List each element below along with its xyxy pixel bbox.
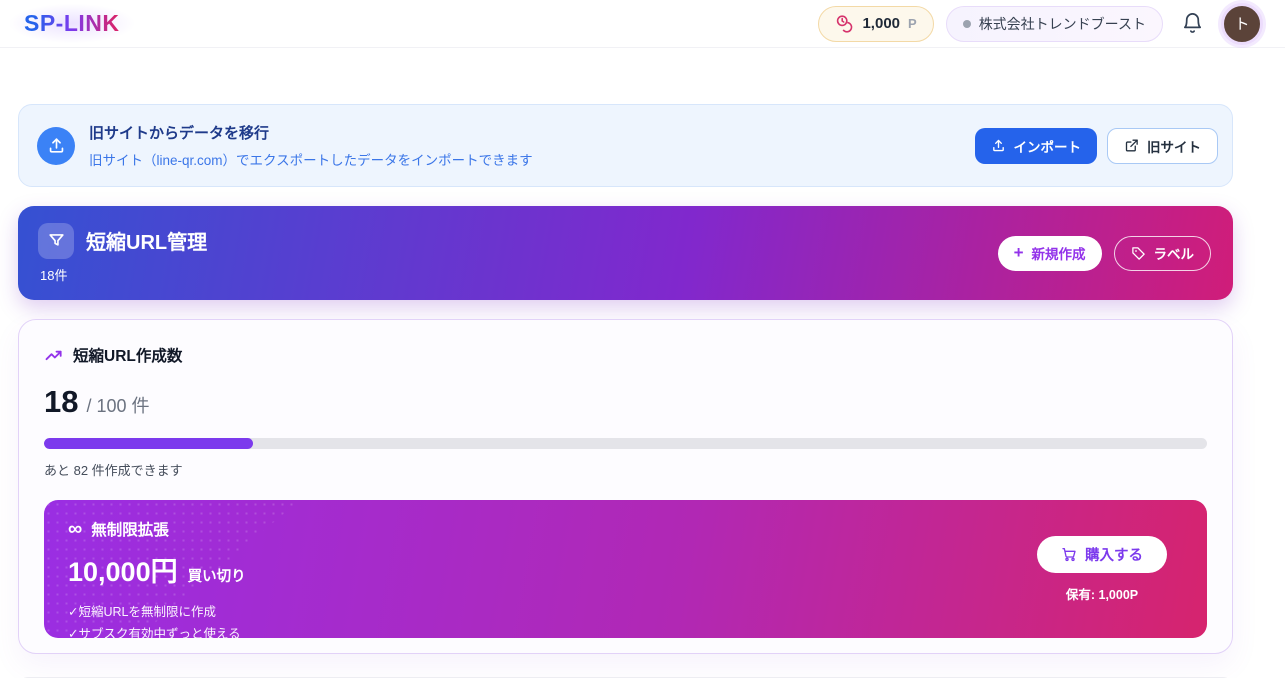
upsell-title: 無制限拡張 xyxy=(91,518,169,540)
migration-banner: 旧サイトからデータを移行 旧サイト（line-qr.com）でエクスポートしたデ… xyxy=(18,104,1233,187)
usage-limit: / 100 件 xyxy=(86,392,149,418)
usage-progress-bar xyxy=(44,438,1207,449)
usage-current-count: 18 xyxy=(44,384,78,420)
create-new-button-label: 新規作成 xyxy=(1032,243,1086,263)
trending-up-icon xyxy=(44,345,64,365)
avatar-initial: ト xyxy=(1234,13,1249,34)
url-count: 18件 xyxy=(38,265,207,284)
points-unit: P xyxy=(908,16,917,31)
external-link-icon xyxy=(1124,138,1139,153)
buy-button[interactable]: 購入する xyxy=(1037,536,1167,573)
cart-icon xyxy=(1061,546,1077,562)
points-balance: 保有: 1,000P xyxy=(1066,584,1138,603)
old-site-button-label: 旧サイト xyxy=(1147,136,1201,156)
unlimited-upsell-card: ∞ 無制限拡張 10,000円 買い切り ✓短縮URLを無制限に作成 ✓サブスク… xyxy=(44,500,1207,638)
points-value: 1,000 xyxy=(862,15,900,32)
coins-icon xyxy=(835,14,854,33)
upsell-feature: ✓サブスク有効中ずっと使える xyxy=(68,623,246,638)
progress-fill xyxy=(44,438,253,449)
status-dot-icon xyxy=(963,20,971,28)
promo-right: 購入する 保有: 1,000P xyxy=(1037,518,1183,620)
infinity-icon: ∞ xyxy=(68,519,82,539)
import-button-label: インポート xyxy=(1014,136,1082,156)
upsell-feature: ✓短縮URLを無制限に作成 xyxy=(68,601,246,620)
url-manager-hero: 短縮URL管理 18件 + 新規作成 ラベル xyxy=(18,206,1233,300)
label-button-label: ラベル xyxy=(1154,243,1195,263)
hero-left: 短縮URL管理 18件 xyxy=(38,223,207,284)
filter-icon-chip xyxy=(38,223,74,259)
usage-remaining-text: あと 82 件作成できます xyxy=(44,460,1207,479)
upload-icon xyxy=(47,136,66,155)
app-logo-text: SP-LINK xyxy=(24,10,120,36)
check-icon: ✓ xyxy=(68,605,78,619)
company-name: 株式会社トレンドブースト xyxy=(979,14,1146,34)
points-badge[interactable]: 1,000 P xyxy=(818,6,933,42)
company-badge[interactable]: 株式会社トレンドブースト xyxy=(946,6,1163,42)
app-header: SP-LINK 1,000 P 株式会社トレンドブースト ト xyxy=(0,0,1285,48)
create-new-button[interactable]: + 新規作成 xyxy=(998,236,1102,271)
notification-bell-button[interactable] xyxy=(1175,7,1209,41)
banner-texts: 旧サイトからデータを移行 旧サイト（line-qr.com）でエクスポートしたデ… xyxy=(89,122,961,169)
usage-stats-card: 短縮URL作成数 18 / 100 件 あと 82 件作成できます ∞ 無制限拡… xyxy=(18,319,1233,654)
usage-title: 短縮URL作成数 xyxy=(73,344,182,366)
label-button[interactable]: ラベル xyxy=(1114,236,1212,271)
app-logo[interactable]: SP-LINK xyxy=(10,4,134,43)
banner-title: 旧サイトからデータを移行 xyxy=(89,122,961,143)
filter-icon xyxy=(47,231,66,250)
upsell-feature-text: サブスク有効中ずっと使える xyxy=(78,627,240,638)
check-icon: ✓ xyxy=(68,627,78,638)
main-content: 旧サイトからデータを移行 旧サイト（line-qr.com）でエクスポートしたデ… xyxy=(18,104,1233,678)
upsell-price: 10,000円 xyxy=(68,550,178,589)
header-right: 1,000 P 株式会社トレンドブースト ト xyxy=(818,3,1263,45)
page-title: 短縮URL管理 xyxy=(86,226,207,255)
plus-icon: + xyxy=(1014,243,1024,263)
upload-icon xyxy=(991,138,1006,153)
promo-left: ∞ 無制限拡張 10,000円 買い切り ✓短縮URLを無制限に作成 ✓サブスク… xyxy=(68,518,246,620)
bell-icon xyxy=(1181,12,1204,35)
banner-description: 旧サイト（line-qr.com）でエクスポートしたデータをインポートできます xyxy=(89,149,961,169)
upsell-price-note: 買い切り xyxy=(188,565,246,586)
import-button[interactable]: インポート xyxy=(975,128,1098,164)
upload-icon-circle xyxy=(37,127,75,165)
old-site-button[interactable]: 旧サイト xyxy=(1107,128,1218,164)
buy-button-label: 購入する xyxy=(1085,544,1143,565)
user-avatar[interactable]: ト xyxy=(1221,3,1263,45)
banner-actions: インポート 旧サイト xyxy=(975,128,1219,164)
tag-icon xyxy=(1131,246,1146,261)
upsell-feature-text: 短縮URLを無制限に作成 xyxy=(78,605,216,619)
hero-actions: + 新規作成 ラベル xyxy=(998,236,1211,271)
